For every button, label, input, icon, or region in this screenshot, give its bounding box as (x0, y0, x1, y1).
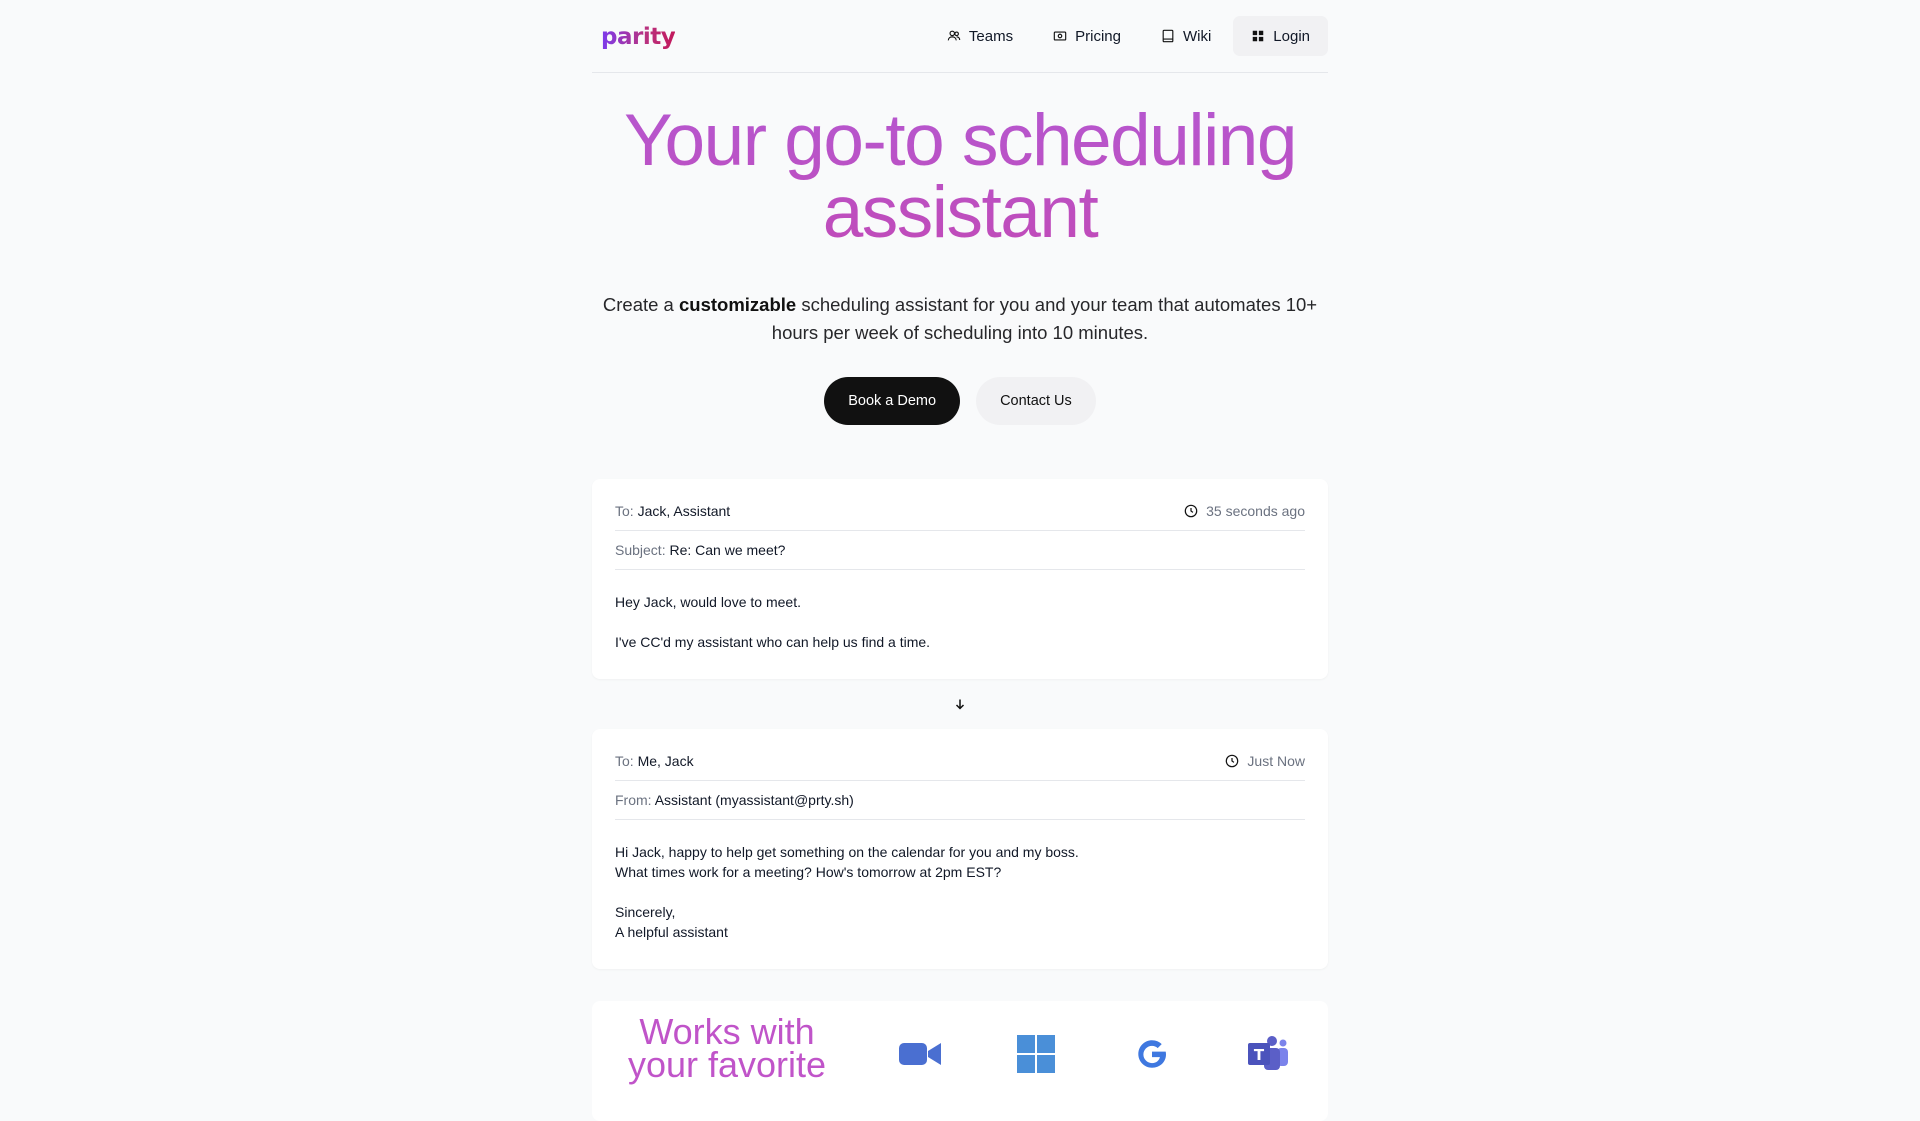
email-card-outgoing: To: Jack, Assistant 35 seconds ago Subje… (592, 479, 1328, 679)
email1-body-line: I've CC'd my assistant who can help us f… (615, 634, 931, 650)
svg-text:T: T (1254, 1046, 1265, 1064)
page-container: parity Teams Pricing Wiki Login Your go-… (592, 0, 1328, 1121)
email2-time: Just Now (1247, 753, 1305, 769)
top-nav: parity Teams Pricing Wiki Login (592, 0, 1328, 73)
contact-us-button[interactable]: Contact Us (976, 377, 1096, 425)
email1-subject-label: Subject: (615, 542, 666, 558)
nav-wiki-label: Wiki (1182, 27, 1212, 45)
clock-icon (1184, 504, 1198, 518)
integrations-section: Works with your favorite T (592, 1001, 1328, 1121)
hero-sub-post1: scheduling assistant for you and your te… (796, 294, 1318, 315)
email2-body: Hi Jack, happy to help get something on … (615, 820, 1305, 942)
nav-teams-link[interactable]: Teams (929, 16, 1031, 56)
email1-to-value: Jack, Assistant (637, 503, 731, 519)
email1-subject-value: Re: Can we meet? (669, 542, 786, 558)
email2-body-line: What times work for a meeting? How's tom… (615, 864, 1002, 880)
nav-pricing-label: Pricing (1075, 27, 1121, 45)
integrations-icons: T (862, 1015, 1326, 1073)
email2-body-line: A helpful assistant (615, 924, 728, 940)
email2-from-row: From: Assistant (myassistant@prty.sh) (615, 781, 1305, 820)
email2-to-row: To: Me, Jack Just Now (615, 729, 1305, 781)
arrow-down-icon (955, 699, 965, 710)
email2-from-label: From: (615, 792, 652, 808)
nav-pricing-link[interactable]: Pricing (1035, 16, 1139, 56)
email-card-reply: To: Me, Jack Just Now From: Assistant (m… (592, 729, 1328, 969)
email1-time: 35 seconds ago (1206, 503, 1305, 519)
integrations-title-line2: your favorite (627, 1044, 827, 1085)
nav-links: Teams Pricing Wiki Login (929, 16, 1328, 56)
email1-to-label: To: (615, 503, 634, 519)
nav-login-button[interactable]: Login (1233, 16, 1328, 56)
email1-subject-row: Subject: Re: Can we meet? (615, 531, 1305, 570)
email1-to-row: To: Jack, Assistant 35 seconds ago (615, 479, 1305, 531)
integrations-title: Works with your favorite (592, 1014, 862, 1083)
teams-icon: T (1248, 1036, 1288, 1070)
cta-row: Book a Demo Contact Us (592, 377, 1328, 425)
email1-body: Hey Jack, would love to meet. I've CC'd … (615, 570, 1305, 652)
nav-login-label: Login (1273, 27, 1310, 45)
logo[interactable]: parity (601, 24, 676, 50)
google-icon (1138, 1040, 1166, 1068)
book-icon (1162, 29, 1174, 43)
hero-title-line1: Your go-to scheduling (624, 100, 1296, 181)
clock-icon (1226, 754, 1239, 768)
grid-icon (1253, 30, 1264, 42)
hero-title: Your go-to scheduling assistant (592, 105, 1328, 249)
nav-wiki-link[interactable]: Wiki (1143, 16, 1229, 56)
hero-sub-pre: Create a (602, 294, 679, 315)
email2-body-line: Sincerely, (615, 904, 676, 920)
pricing-tag-icon (1053, 31, 1067, 41)
zoom-icon (899, 1043, 941, 1065)
arrow-divider (592, 679, 1328, 729)
hero-title-line2: assistant (822, 172, 1098, 253)
email1-body-line: Hey Jack, would love to meet. (615, 594, 801, 610)
nav-teams-label: Teams (968, 27, 1014, 45)
hero-subtitle: Create a customizable scheduling assista… (592, 291, 1328, 347)
windows-icon (1017, 1035, 1055, 1073)
hero-sub-post2: hours per week of scheduling into 10 min… (771, 322, 1149, 343)
email2-to-label: To: (615, 753, 634, 769)
email1-timestamp: 35 seconds ago (1184, 503, 1305, 519)
email2-to-value: Me, Jack (637, 753, 694, 769)
email2-body-line: Hi Jack, happy to help get something on … (615, 844, 1079, 860)
email2-timestamp: Just Now (1225, 753, 1305, 769)
hero-sub-bold: customizable (679, 294, 797, 315)
book-demo-button[interactable]: Book a Demo (824, 377, 961, 425)
users-icon (947, 30, 961, 41)
email2-from-value: Assistant (myassistant@prty.sh) (654, 792, 854, 808)
